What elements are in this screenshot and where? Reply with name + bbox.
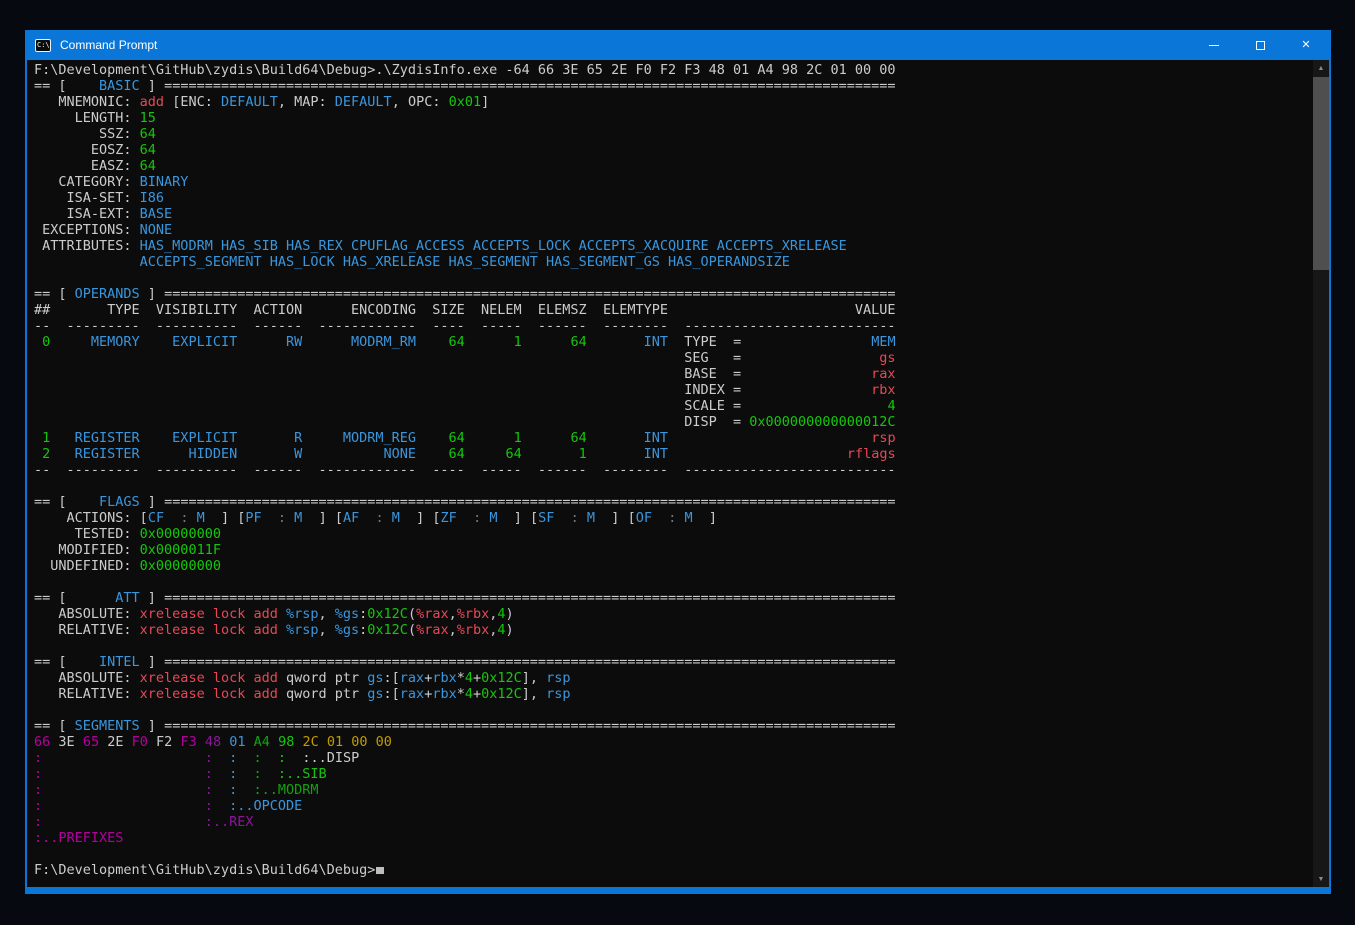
terminal-line: ISA-EXT: BASE <box>34 206 1329 222</box>
terminal-line <box>34 270 1329 286</box>
console-area[interactable]: F:\Development\GitHub\zydis\Build64\Debu… <box>27 60 1329 887</box>
scrollbar-thumb[interactable] <box>1313 77 1329 270</box>
terminal-line: 0 MEMORY EXPLICIT RW MODRM_RM 64 1 64 IN… <box>34 334 1329 350</box>
terminal-line: == [ ATT ] =============================… <box>34 590 1329 606</box>
terminal-line: -- --------- ---------- ------ ---------… <box>34 318 1329 334</box>
terminal-line: -- --------- ---------- ------ ---------… <box>34 462 1329 478</box>
terminal-line: EASZ: 64 <box>34 158 1329 174</box>
terminal-line: 66 3E 65 2E F0 F2 F3 48 01 A4 98 2C 01 0… <box>34 734 1329 750</box>
terminal-line: EOSZ: 64 <box>34 142 1329 158</box>
terminal-line: SEG = gs <box>34 350 1329 366</box>
terminal-line: MODIFIED: 0x0000011F <box>34 542 1329 558</box>
desktop: { "window": { "title": "Command Prompt",… <box>0 0 1355 925</box>
window-title: Command Prompt <box>60 38 157 52</box>
terminal-line: : : : : :..SIB <box>34 766 1329 782</box>
terminal-line: ## TYPE VISIBILITY ACTION ENCODING SIZE … <box>34 302 1329 318</box>
terminal-line: == [ SEGMENTS ] ========================… <box>34 718 1329 734</box>
terminal-line: F:\Development\GitHub\zydis\Build64\Debu… <box>34 862 1329 878</box>
scroll-up-icon: ▲ <box>1318 65 1325 72</box>
scroll-up-button[interactable]: ▲ <box>1313 61 1329 75</box>
terminal-line <box>34 638 1329 654</box>
terminal-line: BASE = rax <box>34 366 1329 382</box>
terminal-line: TESTED: 0x00000000 <box>34 526 1329 542</box>
title-bar[interactable]: C:\ Command Prompt ✕ <box>27 30 1329 60</box>
terminal-line: CATEGORY: BINARY <box>34 174 1329 190</box>
terminal-line: F:\Development\GitHub\zydis\Build64\Debu… <box>34 62 1329 78</box>
terminal-line: : :..REX <box>34 814 1329 830</box>
terminal-line: :..PREFIXES <box>34 830 1329 846</box>
terminal-line <box>34 574 1329 590</box>
terminal-line: 2 REGISTER HIDDEN W NONE 64 64 1 INT rfl… <box>34 446 1329 462</box>
window-controls: ✕ <box>1191 30 1329 60</box>
terminal-line: INDEX = rbx <box>34 382 1329 398</box>
terminal-line: : : : : : :..DISP <box>34 750 1329 766</box>
terminal-line: ACTIONS: [CF : M ] [PF : M ] [AF : M ] [… <box>34 510 1329 526</box>
terminal-line: DISP = 0x000000000000012C <box>34 414 1329 430</box>
terminal-line: SCALE = 4 <box>34 398 1329 414</box>
close-icon: ✕ <box>1301 40 1310 51</box>
terminal-output[interactable]: F:\Development\GitHub\zydis\Build64\Debu… <box>27 60 1329 878</box>
terminal-line: : : :..OPCODE <box>34 798 1329 814</box>
terminal-line: ACCEPTS_SEGMENT HAS_LOCK HAS_XRELEASE HA… <box>34 254 1329 270</box>
terminal-line <box>34 846 1329 862</box>
terminal-line: LENGTH: 15 <box>34 110 1329 126</box>
terminal-line <box>34 478 1329 494</box>
maximize-button[interactable] <box>1237 30 1283 60</box>
scrollbar[interactable]: ▲ ▼ <box>1313 60 1329 887</box>
scroll-down-icon: ▼ <box>1318 876 1325 883</box>
terminal-line: ATTRIBUTES: HAS_MODRM HAS_SIB HAS_REX CP… <box>34 238 1329 254</box>
minimize-button[interactable] <box>1191 30 1237 60</box>
terminal-line <box>34 702 1329 718</box>
terminal-line: EXCEPTIONS: NONE <box>34 222 1329 238</box>
terminal-line: ISA-SET: I86 <box>34 190 1329 206</box>
terminal-line: UNDEFINED: 0x00000000 <box>34 558 1329 574</box>
terminal-line: == [ FLAGS ] ===========================… <box>34 494 1329 510</box>
terminal-line: SSZ: 64 <box>34 126 1329 142</box>
terminal-line: == [ INTEL ] ===========================… <box>34 654 1329 670</box>
terminal-line: == [ OPERANDS ] ========================… <box>34 286 1329 302</box>
cmd-icon[interactable]: C:\ <box>35 39 51 52</box>
terminal-line: ABSOLUTE: xrelease lock add qword ptr gs… <box>34 670 1329 686</box>
terminal-line: == [ BASIC ] ===========================… <box>34 78 1329 94</box>
text-cursor <box>376 867 384 874</box>
terminal-line: 1 REGISTER EXPLICIT R MODRM_REG 64 1 64 … <box>34 430 1329 446</box>
terminal-line: : : : :..MODRM <box>34 782 1329 798</box>
scroll-down-button[interactable]: ▼ <box>1313 872 1329 886</box>
terminal-line: RELATIVE: xrelease lock add %rsp, %gs:0x… <box>34 622 1329 638</box>
close-button[interactable]: ✕ <box>1283 30 1329 60</box>
terminal-line: ABSOLUTE: xrelease lock add %rsp, %gs:0x… <box>34 606 1329 622</box>
terminal-line: RELATIVE: xrelease lock add qword ptr gs… <box>34 686 1329 702</box>
minimize-icon <box>1209 45 1219 46</box>
terminal-line: MNEMONIC: add [ENC: DEFAULT, MAP: DEFAUL… <box>34 94 1329 110</box>
terminal-window: C:\ Command Prompt ✕ F:\Development\GitH… <box>25 30 1331 894</box>
maximize-icon <box>1256 41 1265 50</box>
